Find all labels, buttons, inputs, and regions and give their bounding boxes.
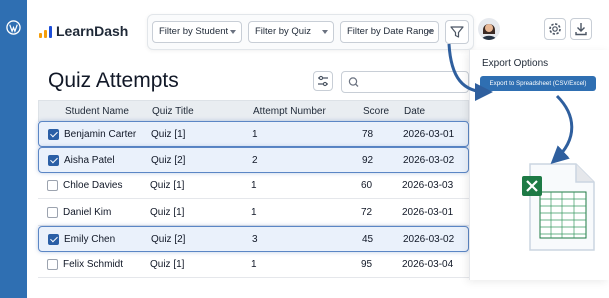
brand-logo[interactable]: LearnDash	[39, 24, 128, 38]
score-cell: 92	[362, 155, 374, 166]
column-header-score[interactable]: Score	[363, 106, 389, 117]
chevron-down-icon	[427, 30, 433, 34]
chevron-down-icon	[230, 30, 236, 34]
attempt-number-cell: 2	[252, 155, 258, 166]
filter-bar: Filter by Student Filter by Quiz Filter …	[147, 14, 474, 50]
apply-filter-button[interactable]	[445, 20, 469, 44]
table-row[interactable]: Benjamin Carter Quiz [1] 1 78 2026-03-01	[38, 121, 469, 147]
attempt-number-cell: 1	[251, 180, 257, 191]
row-checkbox[interactable]	[48, 129, 59, 140]
column-header-date[interactable]: Date	[404, 106, 425, 117]
date-cell: 2026-03-01	[402, 207, 454, 218]
student-name-cell: Chloe Davies	[63, 180, 123, 191]
score-cell: 60	[361, 180, 373, 191]
funnel-icon	[450, 26, 464, 38]
filter-student-select[interactable]: Filter by Student	[152, 21, 242, 43]
filter-quiz-select[interactable]: Filter by Quiz	[248, 21, 334, 43]
column-settings-button[interactable]	[313, 71, 333, 91]
column-header-attempt[interactable]: Attempt Number	[253, 106, 326, 117]
quiz-title-cell: Quiz [1]	[151, 129, 186, 140]
table-row[interactable]: Emily Chen Quiz [2] 3 45 2026-03-02	[38, 226, 469, 252]
filter-student-label: Filter by Student	[159, 26, 229, 37]
gear-icon	[549, 23, 561, 35]
admin-sidebar	[0, 0, 27, 298]
download-icon	[575, 23, 587, 36]
quiz-title-cell: Quiz [2]	[151, 234, 186, 245]
column-header-student[interactable]: Student Name	[65, 106, 129, 117]
score-cell: 72	[361, 207, 373, 218]
student-name-cell: Benjamin Carter	[64, 129, 137, 140]
brand-bars-icon	[39, 26, 52, 38]
score-cell: 45	[362, 234, 374, 245]
student-name-cell: Daniel Kim	[63, 207, 112, 218]
attempt-number-cell: 1	[252, 129, 258, 140]
table-row[interactable]: Chloe Davies Quiz [1] 1 60 2026-03-03	[38, 173, 469, 199]
row-checkbox[interactable]	[47, 259, 58, 270]
quiz-title-cell: Quiz [1]	[150, 180, 185, 191]
user-avatar-icon	[481, 24, 497, 40]
date-cell: 2026-03-03	[402, 180, 454, 191]
table-row[interactable]: Daniel Kim Quiz [1] 1 72 2026-03-01	[38, 200, 469, 226]
date-cell: 2026-03-04	[402, 259, 454, 270]
row-checkbox[interactable]	[48, 234, 59, 245]
chevron-down-icon	[322, 30, 328, 34]
row-checkbox[interactable]	[47, 207, 58, 218]
attempt-number-cell: 1	[251, 207, 257, 218]
app-frame: LearnDash Filter by Student Filter by Qu…	[27, 0, 609, 298]
download-button[interactable]	[570, 18, 592, 40]
score-cell: 95	[361, 259, 373, 270]
settings-button[interactable]	[544, 18, 566, 40]
student-name-cell: Emily Chen	[64, 234, 116, 245]
date-cell: 2026-03-01	[403, 129, 455, 140]
avatar[interactable]	[478, 18, 500, 40]
sliders-icon	[318, 75, 328, 87]
student-name-cell: Aisha Patel	[64, 155, 115, 166]
export-options-title: Export Options	[482, 58, 549, 69]
export-spreadsheet-button[interactable]: Export to Spreadsheet (CSV/Excel)	[480, 76, 596, 91]
export-options-panel: Export Options Export to Spreadsheet (CS…	[469, 50, 609, 280]
date-cell: 2026-03-02	[403, 234, 455, 245]
student-name-cell: Felix Schmidt	[63, 259, 124, 270]
attempt-number-cell: 1	[251, 259, 257, 270]
row-checkbox[interactable]	[47, 180, 58, 191]
quiz-title-cell: Quiz [1]	[150, 259, 185, 270]
search-icon	[348, 77, 359, 87]
page-title: Quiz Attempts	[48, 69, 179, 92]
date-cell: 2026-03-02	[403, 155, 455, 166]
quiz-attempts-table: Student Name Quiz Title Attempt Number S…	[38, 100, 469, 280]
quiz-title-cell: Quiz [1]	[150, 207, 185, 218]
table-row[interactable]: Aisha Patel Quiz [2] 2 92 2026-03-02	[38, 147, 469, 173]
filter-quiz-label: Filter by Quiz	[255, 26, 311, 37]
filter-date-range-select[interactable]: Filter by Date Range	[340, 21, 439, 43]
attempt-number-cell: 3	[252, 234, 258, 245]
score-cell: 78	[362, 129, 374, 140]
table-row[interactable]: Felix Schmidt Quiz [1] 1 95 2026-03-04	[38, 252, 469, 278]
filter-date-range-label: Filter by Date Range	[347, 26, 435, 37]
table-header: Student Name Quiz Title Attempt Number S…	[38, 100, 469, 122]
column-header-quiz[interactable]: Quiz Title	[152, 106, 194, 117]
search-input[interactable]	[341, 71, 469, 93]
excel-file-icon	[522, 163, 595, 251]
row-checkbox[interactable]	[48, 155, 59, 166]
quiz-title-cell: Quiz [2]	[151, 155, 186, 166]
brand-name: LearnDash	[56, 23, 129, 39]
wordpress-icon[interactable]	[6, 20, 21, 35]
